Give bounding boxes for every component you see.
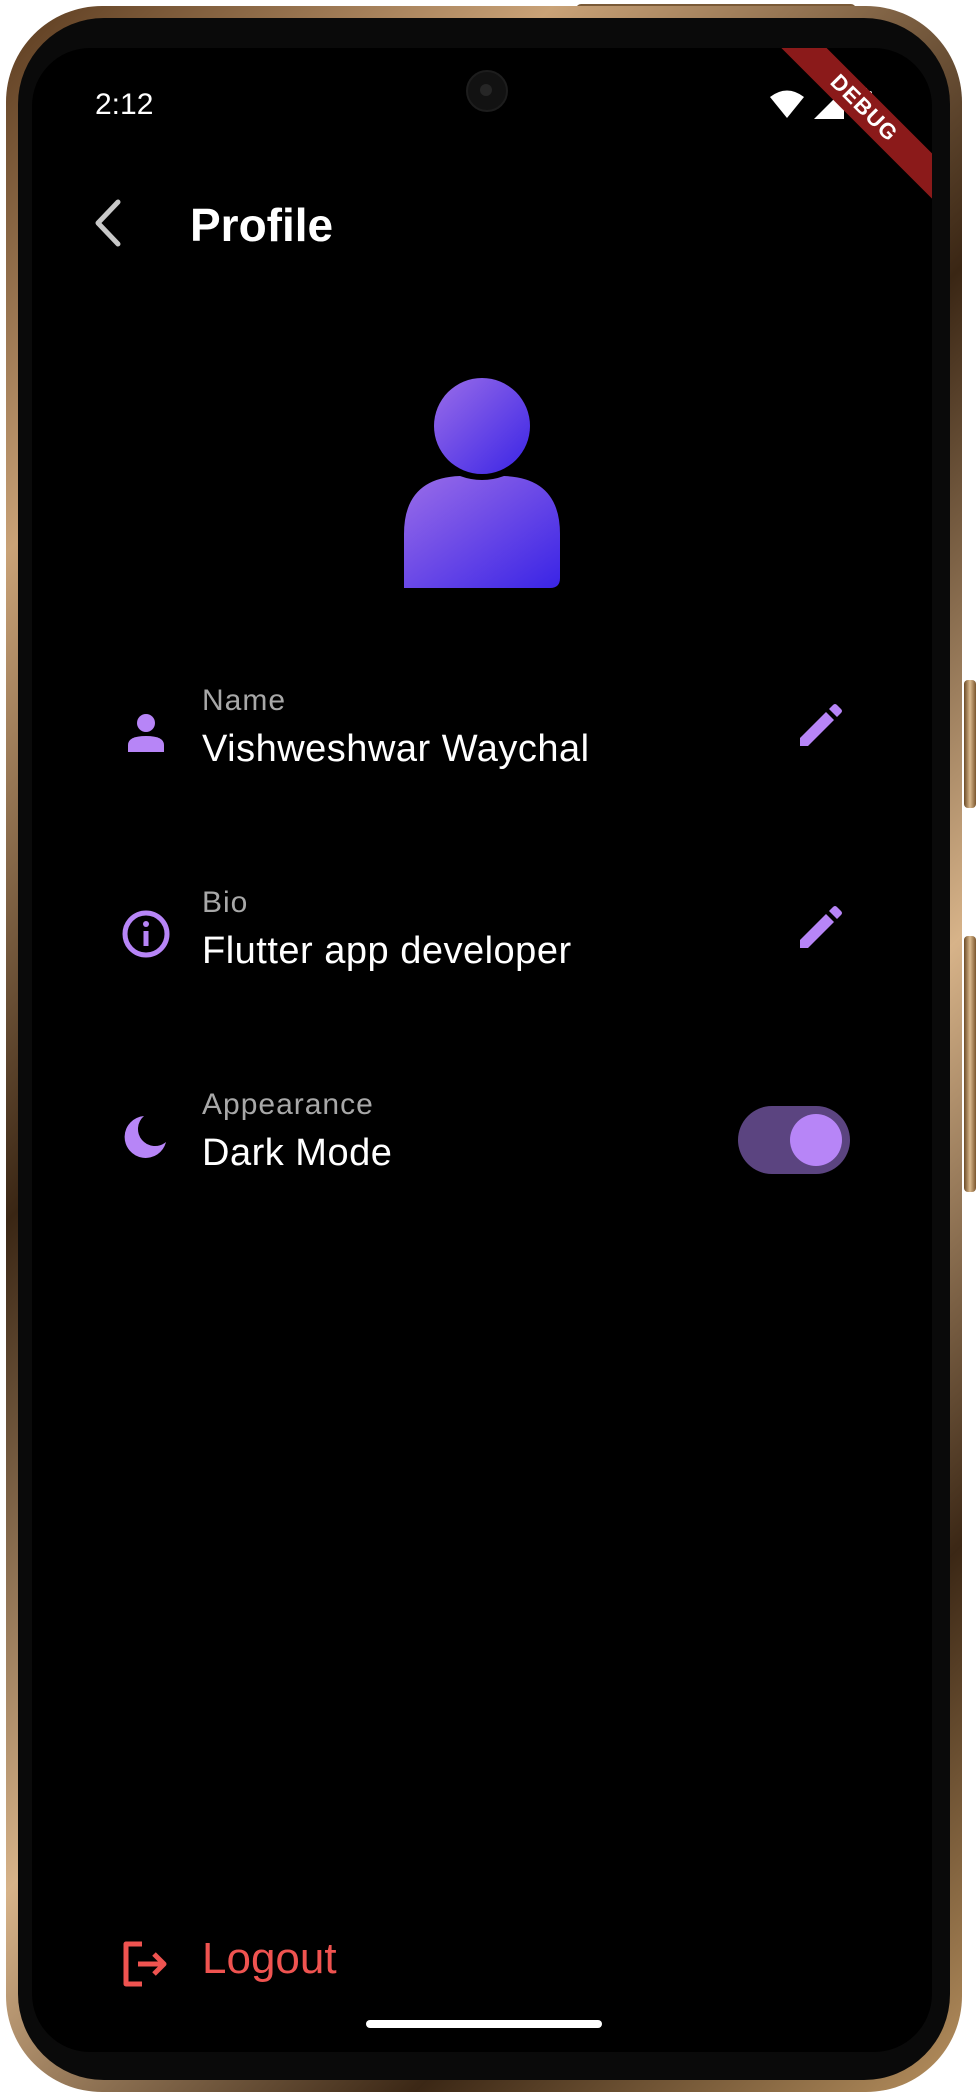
edit-name-button[interactable] — [788, 696, 852, 760]
row-value: Dark Mode — [202, 1132, 393, 1174]
person-icon — [394, 378, 570, 592]
edit-icon — [798, 703, 842, 753]
logout-icon — [118, 1936, 174, 1992]
info-icon — [118, 906, 174, 962]
row-label: Bio — [202, 886, 249, 919]
status-time: 2:12 — [95, 88, 154, 121]
edit-bio-button[interactable] — [788, 898, 852, 962]
chevron-left-icon — [90, 198, 124, 253]
debug-banner: DEBUG — [760, 48, 932, 212]
row-label: Appearance — [202, 1088, 374, 1121]
logout-button[interactable]: Logout — [82, 1918, 482, 2008]
profile-row-name: Name Vishweshwar Waychal — [82, 670, 872, 790]
avatar[interactable] — [394, 378, 570, 588]
logout-label: Logout — [202, 1934, 337, 1983]
person-icon — [118, 704, 174, 760]
profile-row-bio: Bio Flutter app developer — [82, 872, 872, 992]
edit-icon — [798, 905, 842, 955]
screen: 2:12 DEBUG Profile Name Vishweshwar Wayc… — [32, 48, 932, 2052]
page-title: Profile — [190, 199, 334, 251]
page: 2:12 DEBUG Profile Name Vishweshwar Wayc… — [0, 0, 978, 2100]
row-label: Name — [202, 684, 287, 717]
home-indicator[interactable] — [366, 2020, 602, 2028]
toggle-knob — [790, 1114, 842, 1166]
dark-mode-toggle[interactable] — [738, 1106, 850, 1174]
back-button[interactable] — [72, 190, 142, 260]
volume-button — [964, 680, 976, 808]
row-value: Flutter app developer — [202, 930, 572, 972]
power-button — [964, 936, 976, 1192]
front-camera — [466, 70, 508, 112]
profile-row-appearance: Appearance Dark Mode — [82, 1074, 872, 1194]
row-value: Vishweshwar Waychal — [202, 728, 590, 770]
moon-icon — [118, 1108, 174, 1164]
wifi-icon — [770, 90, 804, 123]
